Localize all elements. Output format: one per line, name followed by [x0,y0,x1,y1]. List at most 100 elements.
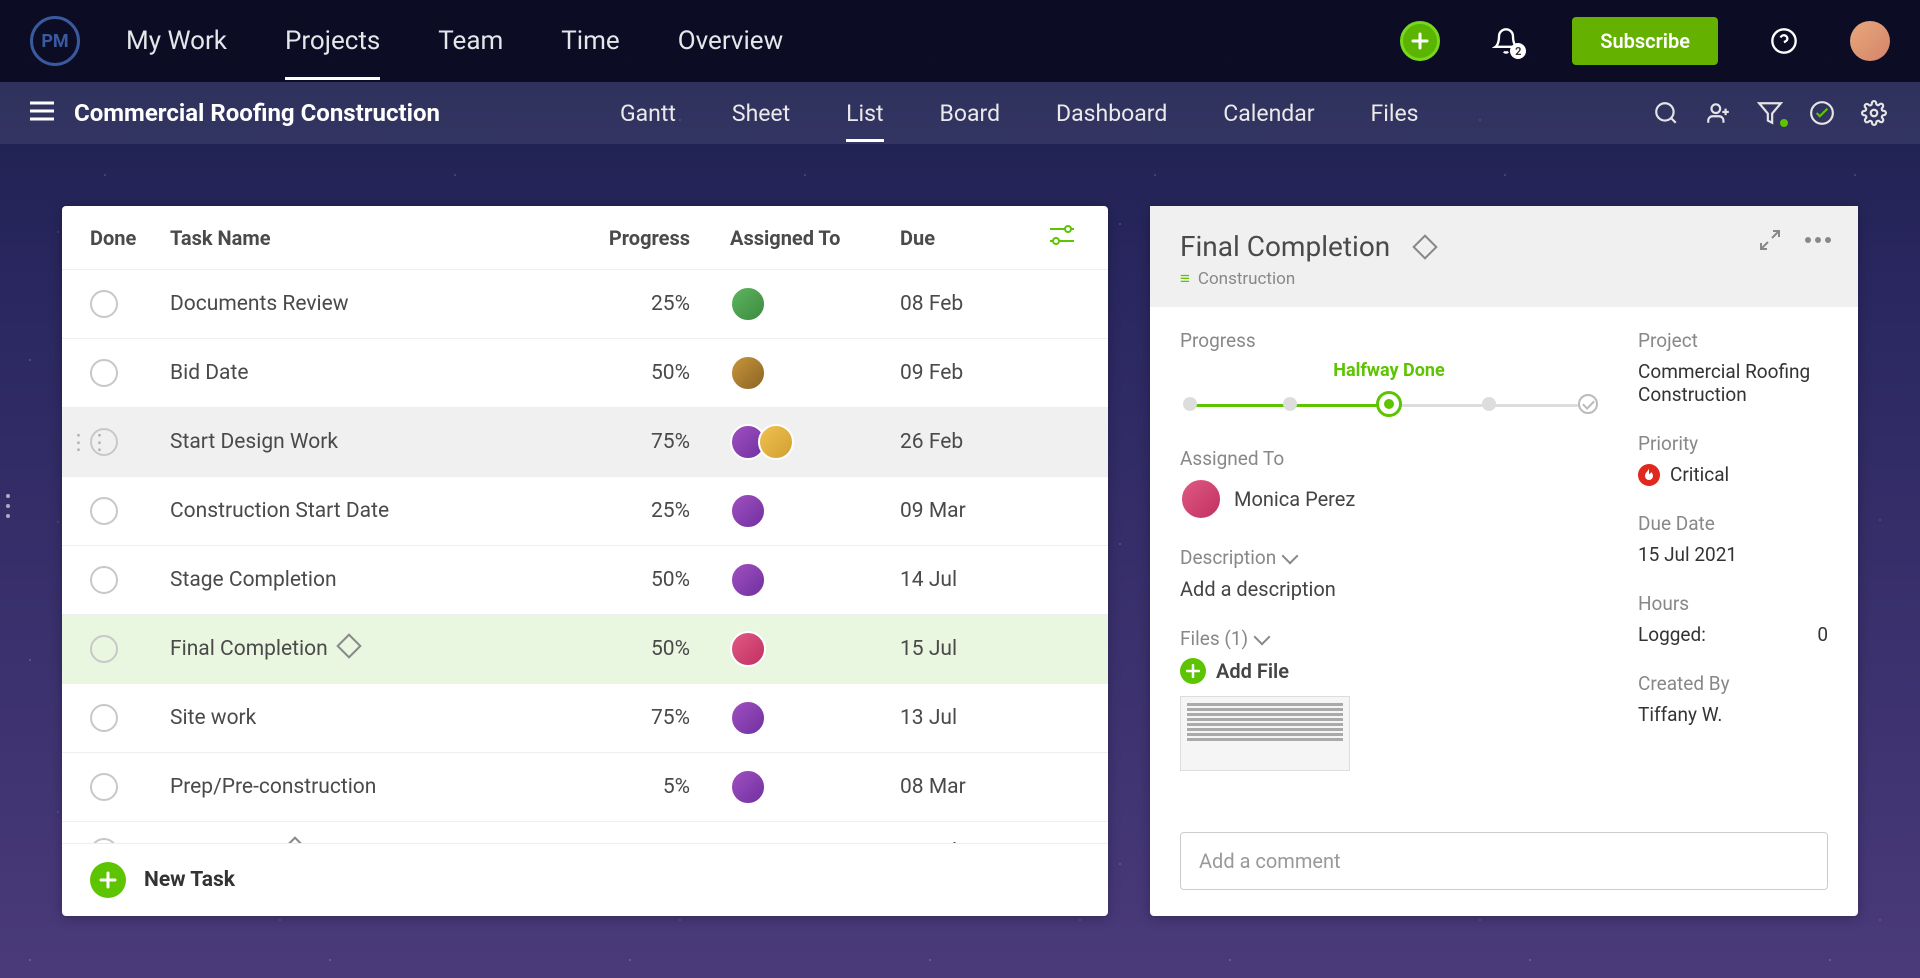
created-by-value: Tiffany W. [1638,703,1828,726]
nav-overview[interactable]: Overview [678,2,783,80]
detail-title: Final Completion [1180,230,1390,263]
gear-icon [1861,100,1887,126]
done-checkbox[interactable] [90,497,118,525]
task-assignees [730,562,900,598]
project-field-label: Project [1638,329,1828,352]
tab-files[interactable]: Files [1371,85,1419,142]
task-assignees [730,631,900,667]
assigned-person[interactable]: Monica Perez [1180,478,1598,520]
tab-calendar[interactable]: Calendar [1223,85,1314,142]
priority-label: Priority [1638,432,1828,455]
more-icon[interactable] [1804,236,1832,244]
add-file-button[interactable]: Add File [1180,658,1598,684]
nav-my-work[interactable]: My Work [126,2,227,80]
assignee-avatar[interactable] [730,700,766,736]
task-name: Occupancy [170,840,580,843]
task-row[interactable]: ⋮⋮ Documents Review 25% 08 Feb [62,270,1108,339]
nav-team[interactable]: Team [438,2,503,80]
user-avatar[interactable] [1850,21,1890,61]
task-name: Start Design Work [170,430,580,454]
nav-time[interactable]: Time [561,2,619,80]
assignee-avatar[interactable] [758,424,794,460]
tab-dashboard[interactable]: Dashboard [1056,85,1167,142]
add-person-button[interactable] [1702,97,1734,129]
milestone-icon [336,633,361,658]
assignee-name: Monica Perez [1234,487,1355,511]
plus-icon [1410,31,1430,51]
expand-icon[interactable] [1758,228,1782,252]
col-name: Task Name [170,226,580,250]
done-checkbox[interactable] [90,773,118,801]
task-row[interactable]: ⋮⋮ Start Design Work 75% 26 Feb [62,408,1108,477]
plus-circle-icon [1180,658,1206,684]
help-button[interactable] [1764,21,1804,61]
milestone-icon [1413,234,1438,259]
tab-gantt[interactable]: Gantt [620,85,676,142]
task-row[interactable]: ⋮⋮ Prep/Pre-construction 5% 08 Mar [62,753,1108,822]
done-checkbox[interactable] [90,704,118,732]
done-checkbox[interactable] [90,359,118,387]
task-assignees [730,493,900,529]
comment-input[interactable]: Add a comment [1180,832,1828,890]
description-label: Description [1180,546,1276,569]
assignee-avatar[interactable] [730,493,766,529]
menu-icon [30,101,54,121]
task-row[interactable]: ⋮⋮ Site work 75% 13 Jul [62,684,1108,753]
task-progress: 50% [580,568,730,592]
task-progress: 0% [580,840,730,843]
priority-text: Critical [1670,463,1729,486]
settings-button[interactable] [1858,97,1890,129]
task-name: Stage Completion [170,568,580,592]
progress-slider[interactable] [1190,387,1588,421]
done-checkbox[interactable] [90,635,118,663]
progress-label: Progress [1180,329,1598,352]
assignee-avatar[interactable] [730,355,766,391]
task-progress: 25% [580,292,730,316]
search-button[interactable] [1650,97,1682,129]
add-global-button[interactable] [1400,21,1440,61]
logo[interactable]: PM [30,16,80,66]
task-due: 26 Jul [900,840,1048,843]
nav-projects[interactable]: Projects [285,2,380,80]
priority-value[interactable]: Critical [1638,463,1828,486]
description-input[interactable]: Add a description [1180,577,1598,601]
created-by-label: Created By [1638,672,1828,695]
task-row[interactable]: ⋮⋮ Stage Completion 50% 14 Jul [62,546,1108,615]
project-menu-button[interactable] [30,101,54,125]
tab-sheet[interactable]: Sheet [732,85,790,142]
task-assignees [730,355,900,391]
list-settings-button[interactable] [1048,224,1080,251]
task-progress: 50% [580,361,730,385]
task-row[interactable]: ⋮⋮ Final Completion 50% 15 Jul [62,615,1108,684]
top-nav: PM My Work Projects Team Time Overview 2… [0,0,1920,82]
done-checkbox[interactable] [90,290,118,318]
chevron-down-icon[interactable] [1254,628,1271,645]
notification-count: 2 [1510,43,1526,59]
assignee-avatar[interactable] [730,562,766,598]
tab-list[interactable]: List [846,85,883,142]
tab-board[interactable]: Board [940,85,1001,142]
approve-button[interactable] [1806,97,1838,129]
subscribe-button[interactable]: Subscribe [1572,17,1718,65]
done-checkbox[interactable] [90,838,118,843]
drag-handle[interactable]: ⋮⋮ [68,430,110,455]
chevron-down-icon[interactable] [1282,547,1299,564]
done-checkbox[interactable] [90,566,118,594]
due-date-value[interactable]: 15 Jul 2021 [1638,543,1828,566]
task-row[interactable]: ⋮⋮ Occupancy 0% 26 Jul [62,822,1108,843]
assignee-avatar[interactable] [730,631,766,667]
assignee-avatar[interactable] [730,286,766,322]
notifications-button[interactable]: 2 [1486,21,1526,61]
milestone-icon [282,836,307,843]
file-thumbnail[interactable] [1180,696,1350,771]
new-task-button[interactable]: New Task [62,843,1108,916]
filter-button[interactable] [1754,97,1786,129]
col-due: Due [900,226,1048,250]
task-row[interactable]: ⋮⋮ Construction Start Date 25% 09 Mar [62,477,1108,546]
plus-circle-icon [90,862,126,898]
task-row[interactable]: ⋮⋮ Bid Date 50% 09 Feb [62,339,1108,408]
assignee-avatar[interactable] [730,769,766,805]
task-due: 14 Jul [900,568,1048,592]
side-handle[interactable] [6,494,10,518]
detail-category[interactable]: ≡ Construction [1180,269,1828,289]
